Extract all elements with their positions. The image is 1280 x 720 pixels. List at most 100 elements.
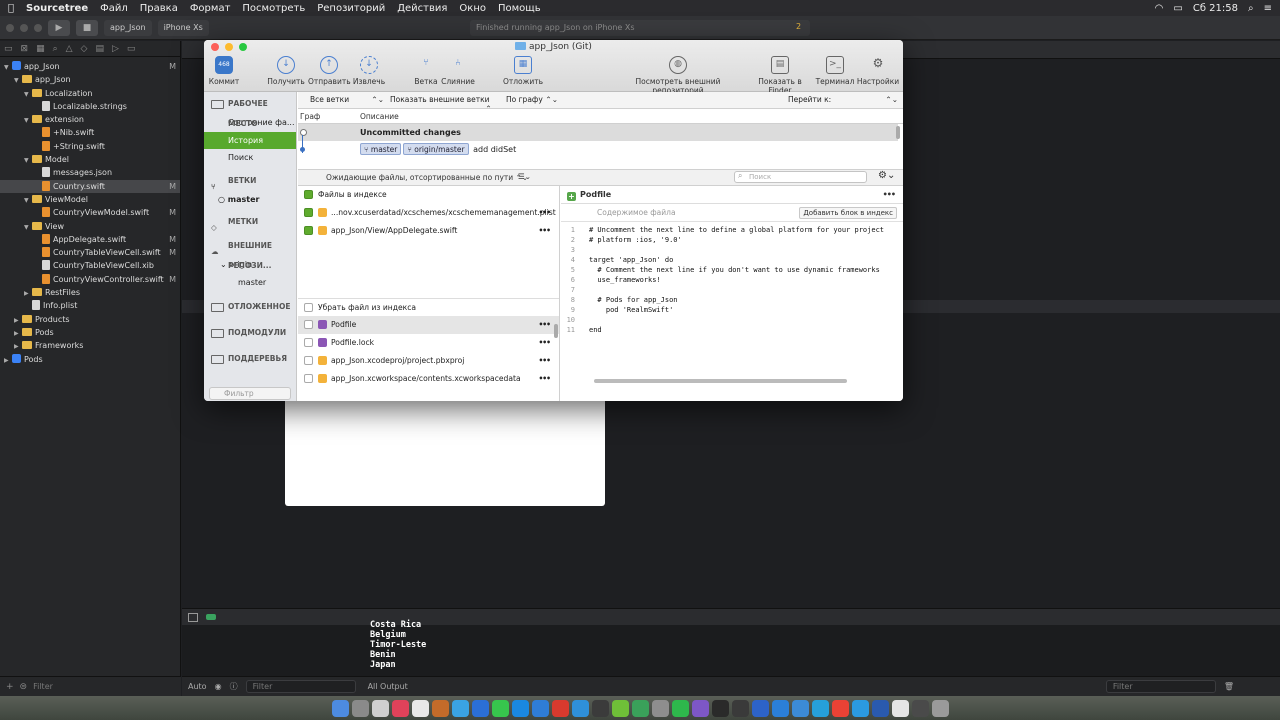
report-icon[interactable]: ▭ — [127, 44, 136, 54]
pending-sort-select[interactable]: Ожидающие файлы, отсортированные по пути… — [326, 173, 528, 182]
merge-button[interactable]: ⑃ Слияние — [440, 56, 476, 90]
stop-icon[interactable]: ■ — [76, 19, 98, 36]
workspace-header[interactable]: РАБОЧЕЕ МЕСТО — [204, 94, 296, 128]
continue-icon[interactable] — [206, 614, 216, 620]
dock-app-icon[interactable] — [791, 699, 809, 717]
stashes-header[interactable]: ОТЛОЖЕННОЕ — [204, 297, 296, 317]
stage-hunk-button[interactable]: Добавить блок в индекс — [799, 207, 897, 219]
tree-row[interactable]: AppDelegate.swift M — [0, 233, 180, 246]
file-checkbox[interactable] — [304, 226, 313, 235]
tree-row[interactable]: ▶ Pods — [0, 326, 180, 339]
tree-row[interactable]: ▼ ViewModel — [0, 193, 180, 206]
file-checkbox[interactable] — [304, 208, 313, 217]
disclosure-open-icon[interactable]: ▼ — [24, 194, 32, 207]
clock[interactable]: Сб 21:58 — [1193, 3, 1238, 14]
submodules-header[interactable]: ПОДМОДУЛИ — [204, 323, 296, 343]
menu-help[interactable]: Помощь — [498, 3, 541, 14]
tree-row[interactable]: ▼ app_Json — [0, 73, 180, 86]
sidebar-filter[interactable]: Фильтр — [209, 387, 291, 400]
fetch-button[interactable]: ↓ Получить — [266, 56, 306, 90]
dock-app-icon[interactable] — [831, 699, 849, 717]
dock-app-icon[interactable] — [631, 699, 649, 717]
unstaged-all-checkbox[interactable] — [304, 303, 313, 312]
diff-more-icon[interactable]: ••• — [883, 186, 896, 204]
pull-button[interactable]: ↓ Извлечь — [350, 56, 388, 90]
tree-row[interactable]: ▶ RestFiles — [0, 286, 180, 299]
settings-button[interactable]: ⚙ Настройки — [856, 56, 900, 90]
find-icon[interactable]: ⌕ — [53, 44, 58, 54]
dock-app-icon[interactable] — [911, 699, 929, 717]
menu-repository[interactable]: Репозиторий — [317, 3, 385, 14]
file-checkbox[interactable] — [304, 374, 313, 383]
sidebar-item-search[interactable]: Поиск — [204, 149, 296, 167]
dock-app-icon[interactable] — [571, 699, 589, 717]
file-search-input[interactable]: Поиск — [734, 171, 867, 183]
tree-row[interactable]: ▼ extension — [0, 113, 180, 126]
variables-filter[interactable]: Filter — [245, 680, 356, 693]
tree-row[interactable]: ▶ Products — [0, 313, 180, 326]
file-row[interactable]: Podfile.lock ••• — [298, 334, 559, 352]
disclosure-closed-icon[interactable]: ▶ — [14, 314, 22, 327]
tree-row[interactable]: ▼ View — [0, 220, 180, 233]
dock-app-icon[interactable] — [671, 699, 689, 717]
wifi-icon[interactable]: ◠ — [1155, 3, 1164, 14]
run-icon[interactable]: ▶ — [48, 19, 70, 36]
menu-edit[interactable]: Правка — [140, 3, 178, 14]
more-icon[interactable]: ••• — [538, 316, 551, 334]
dock-app-icon[interactable] — [931, 699, 949, 717]
battery-icon[interactable]: ▭ — [1173, 3, 1182, 14]
dock-app-icon[interactable] — [731, 699, 749, 717]
dock-app-icon[interactable] — [851, 699, 869, 717]
symbol-icon[interactable]: ▦ — [36, 44, 45, 54]
navigator-filter[interactable]: Filter — [33, 682, 53, 691]
goto-select[interactable]: Перейти к: ⌃⌄ — [788, 95, 898, 104]
history-scrollbar[interactable] — [896, 126, 900, 139]
branch-tag[interactable]: ⑂ master — [360, 143, 402, 155]
more-icon[interactable]: ••• — [538, 204, 551, 222]
dock-app-icon[interactable] — [331, 699, 349, 717]
tree-row[interactable]: ▶ Pods — [0, 353, 180, 366]
sidebar-item-master[interactable]: ○ master — [204, 191, 296, 209]
dock-app-icon[interactable] — [591, 699, 609, 717]
add-icon[interactable]: + — [6, 682, 14, 692]
show-in-finder-button[interactable]: ▤ Показать в Finder — [746, 56, 814, 95]
hide-debug-icon[interactable] — [188, 612, 198, 622]
zoom-light-icon[interactable] — [34, 23, 42, 32]
tree-row[interactable]: ▼ Localization — [0, 87, 180, 100]
info-icon[interactable]: ⓘ — [230, 681, 238, 692]
disclosure-closed-icon[interactable]: ▶ — [14, 327, 22, 340]
tree-row[interactable]: Info.plist — [0, 299, 180, 312]
disclosure-open-icon[interactable]: ▼ — [24, 88, 32, 101]
list-view-icon[interactable]: ☰⌄ — [518, 172, 531, 181]
test-icon[interactable]: ◇ — [81, 44, 88, 54]
tree-row[interactable]: ▼ app_Json M — [0, 60, 180, 73]
file-row[interactable]: ...nov.xcuserdatad/xcschemes/xcschememan… — [298, 204, 559, 222]
branch-button[interactable]: ⑂ Ветка — [412, 56, 440, 90]
dock-app-icon[interactable] — [551, 699, 569, 717]
dock-app-icon[interactable] — [451, 699, 469, 717]
tree-row[interactable]: Localizable.strings — [0, 100, 180, 113]
notification-center-icon[interactable]: ≡ — [1264, 3, 1272, 14]
graph-column-header[interactable]: Граф — [300, 112, 320, 121]
remote-branch-tag[interactable]: ⑂ origin/master — [403, 143, 469, 155]
tree-row[interactable]: Country.swift M — [0, 179, 180, 193]
all-output-selector[interactable]: All Output — [368, 682, 408, 691]
menu-actions[interactable]: Действия — [397, 3, 447, 14]
dock-app-icon[interactable] — [351, 699, 369, 717]
file-checkbox[interactable] — [304, 338, 313, 347]
menu-window[interactable]: Окно — [459, 3, 486, 14]
dock-app-icon[interactable] — [771, 699, 789, 717]
tree-row[interactable]: +String.swift — [0, 140, 180, 153]
terminal-button[interactable]: >_ Терминал — [815, 56, 855, 90]
device-selector[interactable]: iPhone Xs — [157, 19, 209, 36]
file-row[interactable]: app_Json.xcworkspace/contents.xcworkspac… — [298, 370, 559, 388]
push-button[interactable]: ↑ Отправить — [308, 56, 351, 90]
issue-icon[interactable]: △ — [66, 44, 73, 54]
apple-icon[interactable]:  — [8, 3, 14, 14]
menu-view[interactable]: Посмотреть — [242, 3, 305, 14]
warning-count[interactable]: 2 — [796, 22, 801, 31]
auto-variables-selector[interactable]: Auto — [188, 682, 207, 691]
source-control-icon[interactable]: ⊠ — [21, 44, 29, 54]
dock-app-icon[interactable] — [711, 699, 729, 717]
staged-header[interactable]: Файлы в индексе — [298, 186, 559, 204]
